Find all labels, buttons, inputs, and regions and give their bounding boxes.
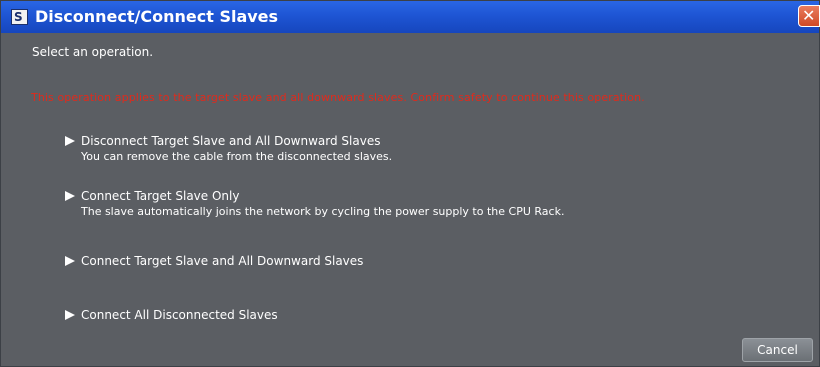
prompt-text: Select an operation. <box>32 45 154 59</box>
close-button[interactable]: ✕ <box>798 5 820 27</box>
arrow-right-icon <box>65 136 75 146</box>
dialog-window: S Disconnect/Connect Slaves ✕ Select an … <box>0 0 820 367</box>
title-bar[interactable]: S Disconnect/Connect Slaves ✕ <box>1 1 820 33</box>
window-title: Disconnect/Connect Slaves <box>35 7 279 26</box>
option-description: The slave automatically joins the networ… <box>81 205 565 218</box>
close-icon: ✕ <box>802 6 816 25</box>
app-icon-glyph: S <box>14 10 23 24</box>
arrow-right-icon <box>65 310 75 320</box>
arrow-right-icon <box>65 191 75 201</box>
warning-text: This operation applies to the target sla… <box>31 91 645 104</box>
option-label: Disconnect Target Slave and All Downward… <box>81 134 381 148</box>
option-label: Connect All Disconnected Slaves <box>81 308 278 322</box>
arrow-right-icon <box>65 256 75 266</box>
cancel-button[interactable]: Cancel <box>742 338 813 362</box>
option-label: Connect Target Slave Only <box>81 189 240 203</box>
option-description: You can remove the cable from the discon… <box>81 150 393 163</box>
option-label: Connect Target Slave and All Downward Sl… <box>81 254 364 268</box>
app-icon: S <box>11 9 28 25</box>
